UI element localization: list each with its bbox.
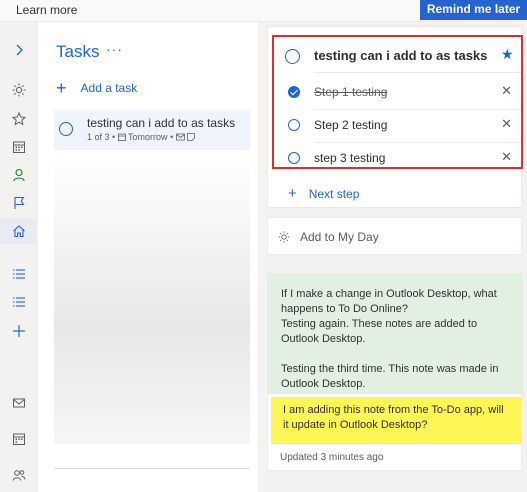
- due-date: Tomorrow: [128, 132, 168, 142]
- updated-timestamp: Updated 3 minutes ago: [280, 452, 384, 463]
- flag-icon[interactable]: [0, 190, 37, 216]
- note-spacer: [281, 347, 510, 362]
- notification-banner: Learn more Remind me later: [0, 0, 527, 22]
- note-line: If I make a change in Outlook Desktop, w…: [281, 288, 497, 315]
- task-item-title: testing can i add to as tasks: [87, 116, 236, 130]
- home-icon[interactable]: [0, 218, 37, 244]
- calendar-icon[interactable]: [0, 134, 37, 160]
- plus-icon: +: [56, 78, 67, 98]
- add-to-my-day-content: Add to My Day: [278, 230, 379, 244]
- plus-icon[interactable]: [0, 318, 37, 344]
- next-step-button[interactable]: + Next step: [288, 185, 359, 202]
- add-to-my-day-label: Add to My Day: [300, 230, 379, 244]
- complete-task-checkbox[interactable]: [59, 122, 73, 136]
- plus-icon: +: [288, 185, 297, 202]
- task-detail-pane: testing can i add to as tasks ★ Step 1 t…: [258, 22, 527, 492]
- list-icon[interactable]: [0, 261, 37, 287]
- calendar-icon: [117, 133, 126, 141]
- notes-card[interactable]: If I make a change in Outlook Desktop, w…: [267, 273, 523, 471]
- chevron-right-icon[interactable]: [0, 37, 37, 63]
- note-line: Testing again. These notes are added to …: [281, 318, 478, 345]
- divider: [54, 468, 250, 469]
- person-icon[interactable]: [0, 162, 37, 188]
- sun-icon: [278, 231, 290, 243]
- remind-me-later-button[interactable]: Remind me later: [420, 0, 527, 20]
- task-list-pane: Tasks ··· + Add a task testing can i add…: [38, 22, 264, 492]
- people-icon[interactable]: [0, 462, 37, 488]
- calendar-icon[interactable]: [0, 426, 37, 452]
- next-step-label: Next step: [308, 186, 360, 201]
- list-background: [54, 154, 250, 444]
- note-icon: [187, 133, 196, 141]
- more-options-button[interactable]: ···: [106, 41, 123, 57]
- note-todo-app[interactable]: I am adding this note from the To-Do app…: [271, 397, 522, 444]
- task-item-meta: 1 of 3 • Tomorrow •: [87, 132, 196, 142]
- steps-count: 1 of 3: [87, 132, 110, 142]
- add-task-label: Add a task: [80, 81, 138, 95]
- list-icon[interactable]: [0, 289, 37, 315]
- list-title: Tasks: [56, 42, 100, 61]
- highlight-box: [272, 35, 523, 169]
- note-outlook[interactable]: If I make a change in Outlook Desktop, w…: [268, 274, 523, 394]
- learn-more-link[interactable]: Learn more: [16, 3, 77, 17]
- sun-icon[interactable]: [0, 77, 37, 103]
- task-list-item[interactable]: testing can i add to as tasks 1 of 3 • T…: [54, 110, 250, 150]
- add-to-my-day-button[interactable]: Add to My Day: [267, 217, 522, 255]
- mail-icon: [175, 133, 185, 141]
- add-task-button[interactable]: + Add a task: [56, 78, 138, 98]
- mail-icon[interactable]: [0, 390, 37, 416]
- navigation-rail: [0, 22, 37, 492]
- star-icon[interactable]: [0, 106, 37, 132]
- note-line: Testing the third time. This note was ma…: [281, 363, 499, 390]
